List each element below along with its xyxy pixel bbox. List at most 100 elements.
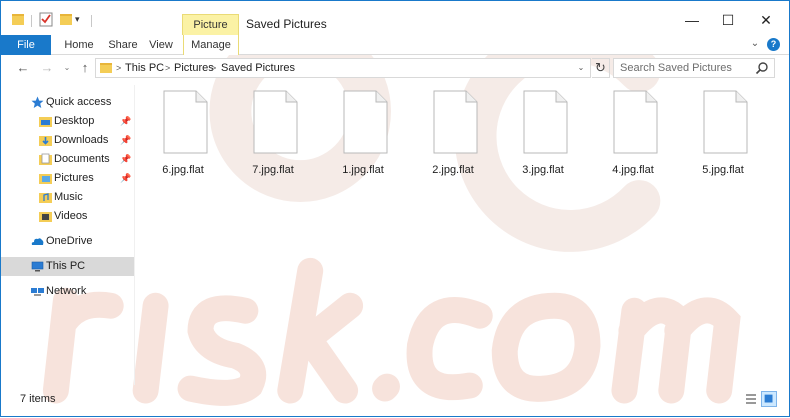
toolbar-separator [91, 15, 92, 27]
large-icons-view-icon-tile [764, 394, 773, 403]
recent-locations-dropdown[interactable]: ⌄ [61, 58, 73, 78]
tab-share[interactable]: Share [103, 35, 143, 55]
breadcrumb-separator[interactable]: > [211, 59, 216, 77]
window-title: Saved Pictures [246, 17, 327, 31]
sidebar-item-label: Desktop [54, 115, 95, 127]
new-folder-icon[interactable] [59, 11, 73, 27]
sidebar-item-label: OneDrive [46, 235, 93, 247]
pictures-folder-icon [39, 174, 52, 184]
music-folder-icon [39, 193, 52, 203]
minimize-button[interactable]: — [677, 9, 707, 33]
file-item[interactable]: 5.jpg.flat [681, 90, 765, 180]
search-icon-lens [758, 62, 768, 72]
toolbar-separator [31, 15, 32, 27]
sidebar-item-label: Network [46, 285, 87, 297]
sidebar-item-onedrive[interactable]: OneDrive [1, 232, 134, 251]
network-icon-left-screen [31, 288, 37, 293]
network-icon [31, 288, 44, 296]
sidebar-item-music[interactable]: Music [1, 188, 134, 207]
title-bar: ▾ Picture Tools Saved Pictures — ☐ ✕ [1, 1, 789, 51]
file-item[interactable]: 7.jpg.flat [231, 90, 315, 180]
file-item[interactable]: 1.jpg.flat [321, 90, 405, 180]
tab-view[interactable]: View [143, 35, 179, 55]
new-folder-icon-front [60, 16, 72, 25]
documents-folder-icon-page [41, 153, 50, 164]
tab-file[interactable]: File [1, 35, 51, 55]
sidebar-item-quick-access[interactable]: Quick access [1, 93, 134, 112]
star-icon [31, 96, 44, 108]
videos-folder-icon [39, 212, 52, 222]
details-view-icon[interactable] [743, 391, 759, 407]
file-item[interactable]: 2.jpg.flat [411, 90, 495, 180]
sidebar-item-pictures[interactable]: Pictures 📌 [1, 169, 134, 188]
sidebar-item-label: Pictures [54, 172, 94, 184]
ribbon-tabs: File Home Share View Manage ⌄ ? [1, 35, 789, 55]
help-icon[interactable]: ? [767, 38, 780, 51]
downloads-folder-icon [39, 136, 52, 146]
blank-file-icon [343, 90, 388, 154]
file-name: 5.jpg.flat [702, 164, 744, 176]
breadcrumb-saved-pictures[interactable]: Saved Pictures [221, 59, 295, 77]
breadcrumb-pictures[interactable]: Pictures [174, 59, 214, 77]
sidebar-item-network[interactable]: Network [1, 282, 134, 301]
pin-icon[interactable]: 📌 [120, 112, 131, 131]
sidebar-item-documents[interactable]: Documents 📌 [1, 150, 134, 169]
pin-icon[interactable]: 📌 [120, 131, 131, 150]
address-dropdown-chevron-icon[interactable]: ⌄ [574, 59, 588, 77]
file-item[interactable]: 6.jpg.flat [141, 90, 225, 180]
folder-icon [100, 63, 112, 73]
search-icon[interactable] [755, 61, 769, 75]
file-list: 6.jpg.flat 7.jpg.flat 1.jpg.flat 2.jpg.f… [141, 85, 781, 385]
expand-ribbon-chevron-icon[interactable]: ⌄ [748, 37, 762, 51]
maximize-button[interactable]: ☐ [713, 9, 743, 33]
customize-toolbar-dropdown[interactable]: ▾ [75, 11, 85, 27]
pictures-folder-icon-photo [42, 176, 50, 182]
file-item[interactable]: 4.jpg.flat [591, 90, 675, 180]
sidebar-item-desktop[interactable]: Desktop 📌 [1, 112, 134, 131]
tab-home[interactable]: Home [59, 35, 99, 55]
address-bar[interactable]: > This PC > Pictures > Saved Pictures ⌄ [95, 58, 591, 78]
close-button[interactable]: ✕ [751, 9, 781, 33]
item-count: 7 items [20, 393, 56, 405]
search-box[interactable] [613, 58, 775, 78]
onedrive-icon-cloud [31, 238, 44, 245]
pane-divider[interactable] [134, 85, 135, 385]
breadcrumb-separator[interactable]: > [165, 59, 170, 77]
breadcrumb-separator[interactable]: > [116, 59, 121, 77]
file-item[interactable]: 3.jpg.flat [501, 90, 585, 180]
status-bar: 7 items [1, 389, 789, 411]
forward-button[interactable]: → [38, 58, 56, 78]
sidebar-item-videos[interactable]: Videos [1, 207, 134, 226]
search-input[interactable] [620, 60, 758, 76]
tab-manage[interactable]: Manage [183, 35, 239, 55]
search-icon-handle [755, 69, 761, 75]
file-explorer-window: ▾ Picture Tools Saved Pictures — ☐ ✕ Fil… [0, 0, 790, 417]
blank-file-icon [703, 90, 748, 154]
back-button[interactable]: ← [14, 58, 32, 78]
sidebar-item-label: Music [54, 191, 83, 203]
folder-icon[interactable] [11, 11, 25, 27]
onedrive-icon [31, 238, 44, 245]
computer-icon-screen [31, 261, 44, 270]
sidebar-item-label: Quick access [46, 96, 112, 108]
sidebar-item-label: Downloads [54, 134, 109, 146]
pin-icon[interactable]: 📌 [120, 169, 131, 188]
blank-file-icon [523, 90, 568, 154]
navigation-bar: ← → ⌄ ↑ > This PC > Pictures > Saved Pic… [1, 56, 789, 80]
blank-file-icon [163, 90, 208, 154]
sidebar-item-this-pc[interactable]: This PC [1, 257, 134, 276]
documents-folder-icon [39, 153, 52, 165]
sidebar-item-downloads[interactable]: Downloads 📌 [1, 131, 134, 150]
sidebar-item-label: Videos [54, 210, 88, 222]
pin-icon[interactable]: 📌 [120, 150, 131, 169]
file-name: 1.jpg.flat [342, 164, 384, 176]
picture-tools-tab-group: Picture Tools [182, 14, 239, 51]
refresh-button[interactable]: ↻ [592, 58, 610, 78]
file-name: 3.jpg.flat [522, 164, 564, 176]
large-icons-view-icon[interactable] [761, 391, 777, 407]
properties-icon[interactable] [39, 11, 53, 27]
file-name: 7.jpg.flat [252, 164, 294, 176]
up-button[interactable]: ↑ [76, 58, 94, 78]
breadcrumb-this-pc[interactable]: This PC [125, 59, 164, 77]
address-folder-icon-front [100, 65, 112, 73]
